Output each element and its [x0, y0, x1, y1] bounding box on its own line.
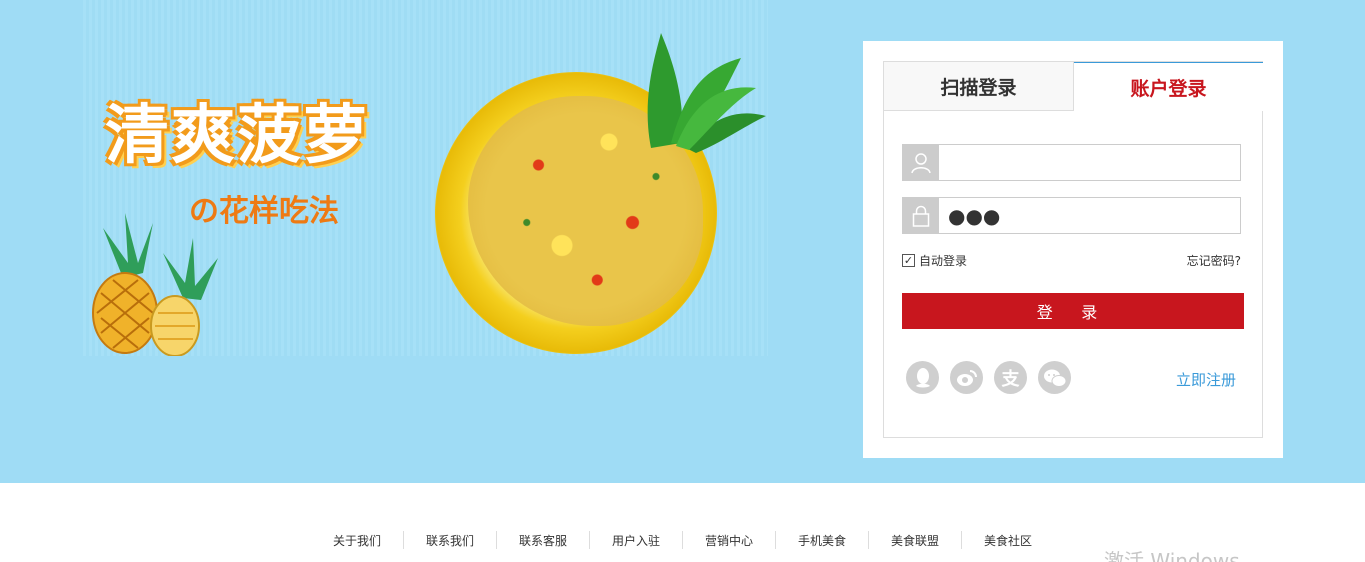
register-link[interactable]: 立即注册 [1176, 369, 1236, 390]
login-box: 扫描登录 账户登录 ✓ 自动登录 忘记密码? [883, 61, 1263, 438]
auto-login-label: 自动登录 [919, 254, 968, 268]
forgot-password-link[interactable]: 忘记密码? [1187, 252, 1241, 269]
lock-icon [903, 198, 939, 233]
weibo-icon[interactable] [950, 361, 983, 394]
login-options: ✓ 自动登录 忘记密码? [902, 252, 1241, 270]
footer-link-about[interactable]: 关于我们 [311, 531, 403, 549]
tab-account-login[interactable]: 账户登录 [1074, 62, 1263, 111]
auto-login-checkbox[interactable]: ✓ 自动登录 [902, 252, 967, 269]
user-icon [903, 145, 939, 180]
password-field [902, 197, 1241, 234]
username-field [902, 144, 1241, 181]
footer-link-marketing[interactable]: 营销中心 [682, 531, 775, 549]
pineapple-illustration [92, 213, 218, 356]
wechat-icon[interactable] [1038, 361, 1071, 394]
activate-windows-watermark: 激活 Windows [1104, 549, 1240, 562]
footer-link-alliance[interactable]: 美食联盟 [868, 531, 961, 549]
alipay-icon[interactable]: 支 [994, 361, 1027, 394]
footer-link-support[interactable]: 联系客服 [495, 531, 589, 549]
username-input[interactable] [940, 145, 1240, 180]
banner-image: 清爽菠萝 の花样吃法 [83, 0, 768, 356]
pineapple-leaves [647, 33, 766, 153]
footer-link-community[interactable]: 美食社区 [961, 531, 1054, 549]
footer-link-mobile[interactable]: 手机美食 [775, 531, 868, 549]
login-button[interactable]: 登 录 [902, 293, 1244, 329]
footer-link-merchant[interactable]: 用户入驻 [588, 531, 682, 549]
login-panel: 扫描登录 账户登录 ✓ 自动登录 忘记密码? [863, 41, 1283, 458]
tab-scan-login[interactable]: 扫描登录 [884, 62, 1074, 111]
footer-link-contact[interactable]: 联系我们 [402, 531, 496, 549]
banner-title: 清爽菠萝 [105, 99, 369, 173]
password-input[interactable] [940, 198, 1240, 233]
hero-section: 清爽菠萝 の花样吃法 扫描登录 账户登录 ●●● ✓ 自动登录 忘记密码? 登 … [0, 0, 1365, 483]
qq-icon[interactable] [906, 361, 939, 394]
checkbox-checked-icon[interactable]: ✓ [902, 254, 915, 267]
